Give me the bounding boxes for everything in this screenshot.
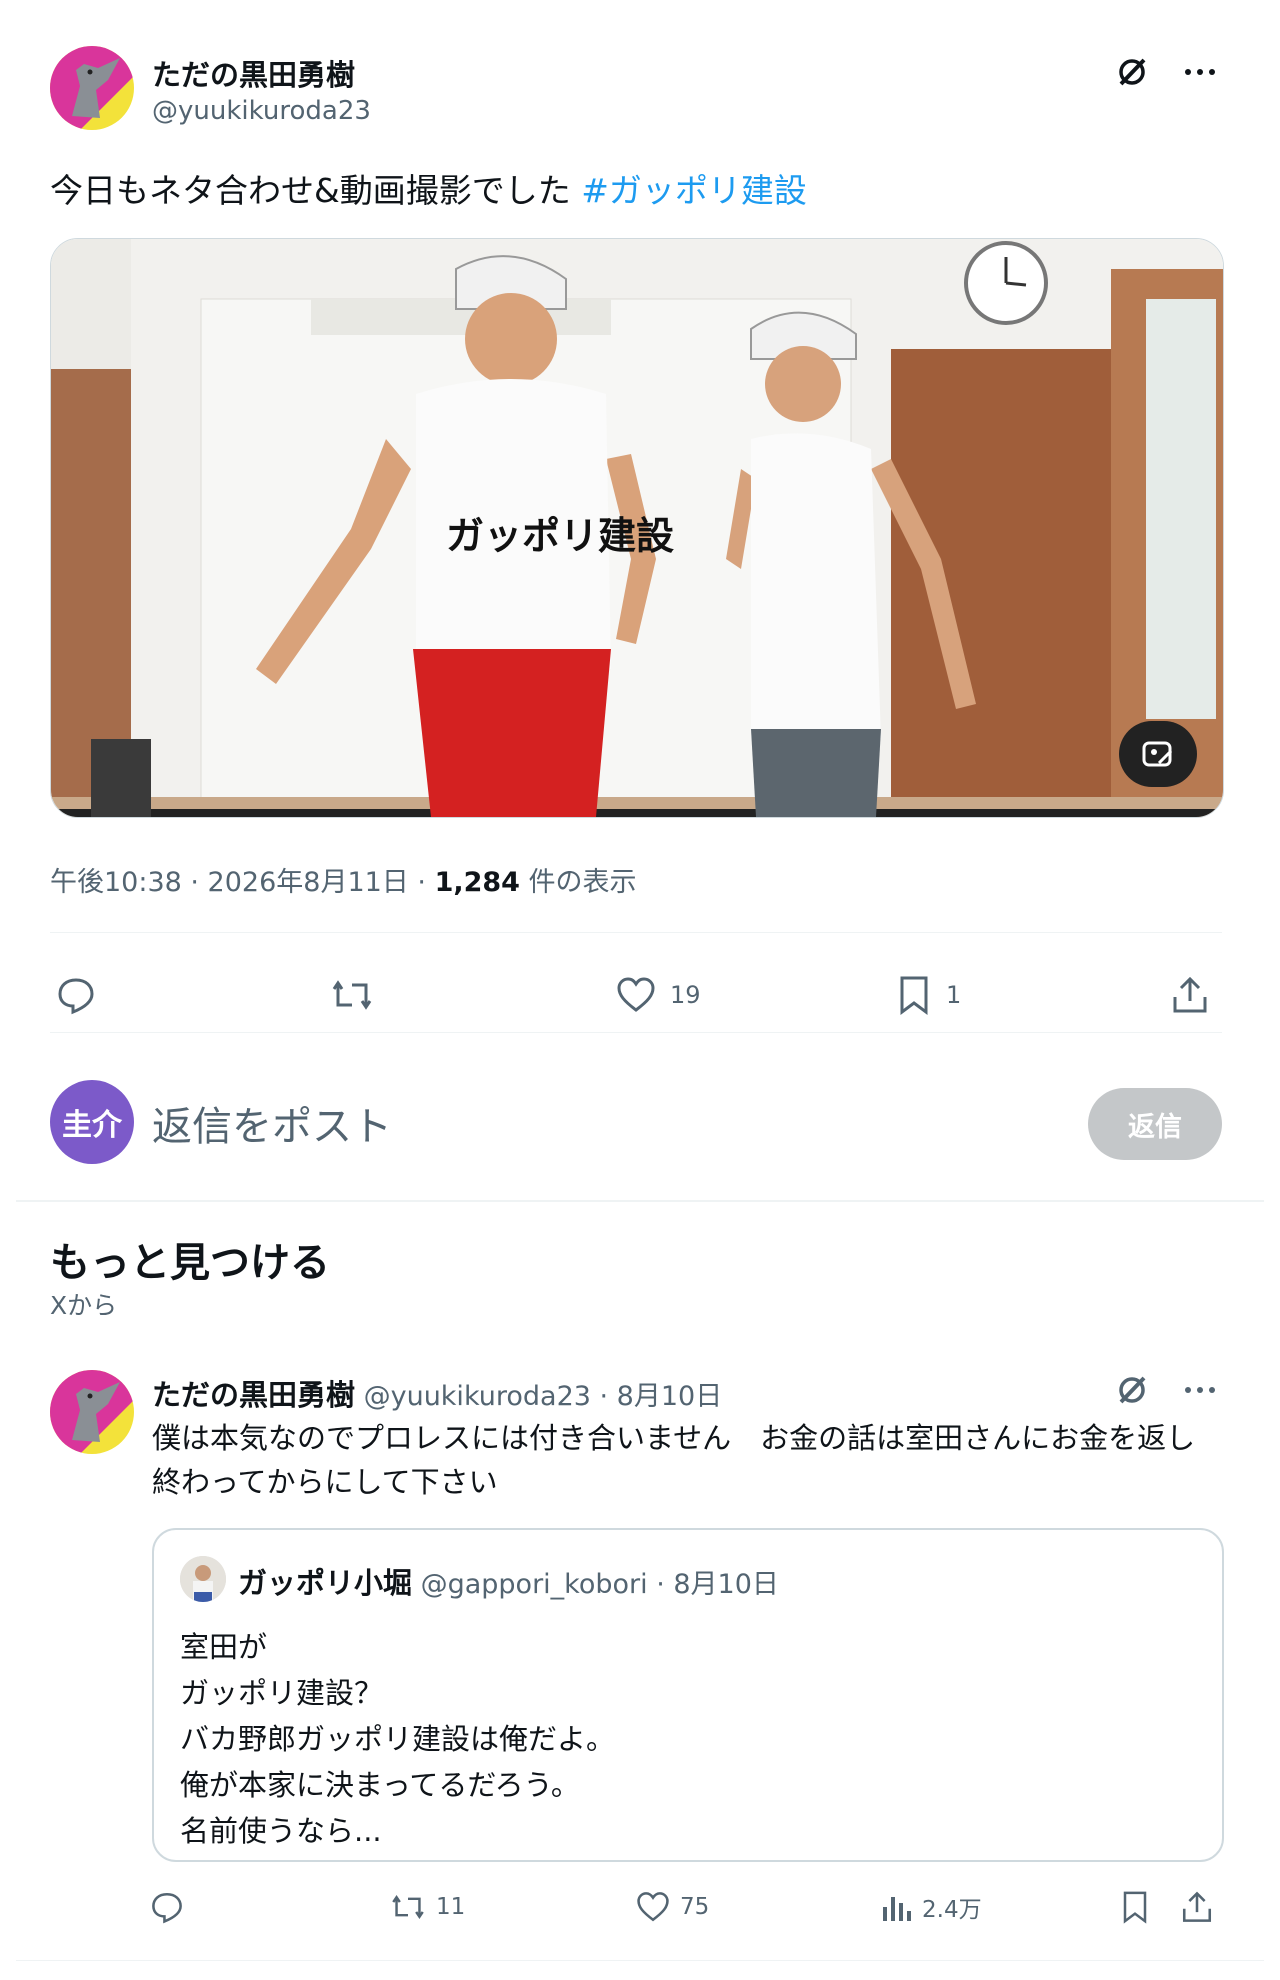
author-name[interactable]: ただの黒田勇樹 <box>152 52 355 94</box>
post-header-icons <box>1110 50 1222 94</box>
bookmark-count: 1 <box>946 981 962 1009</box>
share-action[interactable] <box>1180 1890 1214 1924</box>
reply-icon <box>58 978 94 1015</box>
reply-input[interactable]: 返信をポスト <box>152 1094 392 1152</box>
like-action[interactable]: 75 <box>636 1890 709 1924</box>
view-count: 1,284 <box>434 867 520 898</box>
retweet-icon <box>392 1894 424 1920</box>
post-meta: 午後10:38 · 2026年8月11日 · 1,284 件の表示 <box>50 860 637 899</box>
post-actions: 19 1 <box>50 975 1222 1035</box>
discover-subtitle: Xから <box>50 1291 118 1320</box>
quote-header: ガッポリ小堀 @gappori_kobori · 8月10日 <box>238 1560 779 1602</box>
quote-line: 名前使うなら... <box>180 1814 382 1848</box>
analytics-icon <box>883 1897 911 1921</box>
quote-body: 室田が ガッポリ建設？ バカ野郎ガッポリ建設は俺だよ。 俺が本家に決まってるだろ… <box>180 1624 615 1854</box>
tweet2-header-icons <box>1110 1368 1222 1412</box>
media-edit-button[interactable] <box>1119 721 1197 787</box>
tweet2-actions: 11 75 2.4万 <box>150 1890 1230 1940</box>
retweet-action[interactable]: 11 <box>390 1890 465 1924</box>
quote-line: 室田が <box>180 1630 268 1664</box>
more-options-icon[interactable] <box>1178 1368 1222 1412</box>
like-count: 19 <box>670 981 701 1009</box>
view-count: 2.4万 <box>922 1897 982 1923</box>
author-handle[interactable]: @yuukikuroda23 <box>152 96 371 126</box>
bookmark-icon <box>900 976 928 1015</box>
shirt-text-1: ガッポリ建設 <box>446 516 674 558</box>
share-action[interactable] <box>1170 975 1210 1015</box>
tweet2-text: 僕は本気なのでプロレスには付き合いません お金の話は室田さんにお金を返し終わって… <box>152 1421 1196 1499</box>
bookmark-icon <box>1123 1891 1147 1924</box>
discover-title: もっと見つける <box>50 1240 330 1286</box>
bookmark-action[interactable]: 1 <box>896 975 961 1015</box>
grok-icon[interactable] <box>1110 1368 1154 1412</box>
reply-icon <box>152 1892 182 1924</box>
tweet2-header: ただの黒田勇樹 @yuukikuroda23 · 8月10日 <box>152 1372 722 1414</box>
share-icon <box>1173 976 1207 1013</box>
more-options-icon[interactable] <box>1178 50 1222 94</box>
section-divider <box>16 1200 1264 1202</box>
view-label: 件の表示 <box>519 867 637 898</box>
post-text: 今日もネタ合わせ&動画撮影でした #ガッポリ建設 <box>50 164 807 212</box>
like-action[interactable]: 19 <box>616 975 701 1015</box>
reply-button[interactable]: 返信 <box>1088 1088 1222 1160</box>
quote-avatar[interactable] <box>180 1556 226 1602</box>
reply-action[interactable] <box>150 1890 184 1924</box>
views-action[interactable]: 2.4万 <box>880 1890 982 1924</box>
tweet2-handle-date[interactable]: @yuukikuroda23 · 8月10日 <box>355 1381 723 1412</box>
post-media[interactable]: ガッポリ建設 <box>50 238 1224 818</box>
tweet2-author-name[interactable]: ただの黒田勇樹 <box>152 1378 355 1412</box>
bottom-divider <box>16 1960 1264 1961</box>
post-body: 今日もネタ合わせ&動画撮影でした <box>50 171 571 210</box>
reply-composer: 圭介 返信をポスト 返信 <box>50 1070 1222 1170</box>
author-avatar[interactable] <box>50 46 134 130</box>
quoted-tweet[interactable]: ガッポリ小堀 @gappori_kobori · 8月10日 室田が ガッポリ建… <box>152 1528 1224 1862</box>
hashtag-link[interactable]: #ガッポリ建設 <box>581 171 807 210</box>
tweet2-avatar[interactable] <box>50 1370 134 1454</box>
reply-action[interactable] <box>56 975 96 1015</box>
retweet-icon <box>332 980 372 1010</box>
quote-handle-date[interactable]: @gappori_kobori · 8月10日 <box>412 1569 779 1600</box>
quote-author-name[interactable]: ガッポリ小堀 <box>238 1566 412 1600</box>
share-icon <box>1182 1891 1212 1922</box>
quote-line: 俺が本家に決まってるだろう。 <box>180 1768 580 1802</box>
divider <box>50 932 1222 933</box>
quote-line: バカ野郎ガッポリ建設は俺だよ。 <box>180 1722 616 1756</box>
my-avatar[interactable]: 圭介 <box>50 1080 134 1164</box>
post-timestamp[interactable]: 午後10:38 · 2026年8月11日 · <box>50 867 435 898</box>
heart-icon <box>637 1892 669 1922</box>
retweet-action[interactable] <box>330 975 374 1015</box>
grok-icon[interactable] <box>1110 50 1154 94</box>
quote-line: ガッポリ建設？ <box>180 1676 384 1710</box>
bookmark-action[interactable] <box>1120 1890 1150 1924</box>
like-count: 75 <box>680 1894 710 1920</box>
retweet-count: 11 <box>436 1894 466 1920</box>
divider <box>50 1032 1222 1033</box>
heart-icon <box>617 977 655 1012</box>
